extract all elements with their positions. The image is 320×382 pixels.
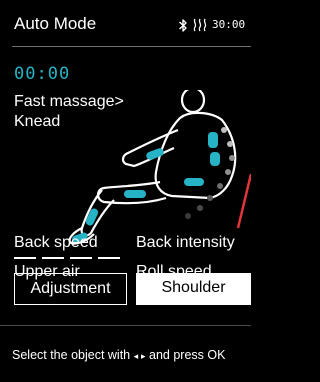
heat-icon (192, 18, 208, 32)
hint-text-start: Select the object with (12, 348, 131, 362)
page-title: Auto Mode (14, 14, 97, 33)
shoulder-button[interactable]: Shoulder (136, 273, 251, 305)
airbag-zone (146, 148, 164, 160)
remaining-time: 30:00 (212, 18, 246, 31)
head-outline (180, 90, 206, 114)
roller-dot (221, 127, 227, 133)
instruction-hint: Select the object with ◂ ▸ and press OK (12, 347, 225, 365)
adjustment-button[interactable]: Adjustment (14, 273, 127, 305)
roller-dot (217, 183, 223, 189)
roller-dot (229, 155, 235, 161)
header-divider (12, 46, 251, 47)
back-intensity-label: Back intensity (136, 234, 235, 251)
roller-dot (207, 195, 213, 201)
bluetooth-icon (178, 18, 188, 33)
session-timer: 00:00 (14, 64, 71, 84)
hint-text-end: and press OK (149, 348, 226, 362)
track-indicator (236, 173, 251, 229)
header-bar: Auto Mode 30:00 (0, 0, 251, 50)
back-speed-level (14, 257, 120, 259)
arm-outline (121, 128, 179, 168)
status-area: 30:00 (178, 16, 245, 34)
back-speed-label: Back speed (14, 234, 98, 251)
roller-dot (225, 169, 231, 175)
roller-dot (227, 141, 233, 147)
roller-dot (185, 213, 191, 219)
airbag-zone (124, 190, 146, 198)
airbag-zone (208, 132, 218, 148)
airbag-zone (184, 178, 204, 186)
program-step: Knead (14, 113, 61, 130)
footer-divider (0, 325, 251, 326)
arrow-keys-icon: ◂ ▸ (133, 352, 146, 362)
roller-dot (197, 205, 203, 211)
airbag-zone (210, 152, 220, 166)
